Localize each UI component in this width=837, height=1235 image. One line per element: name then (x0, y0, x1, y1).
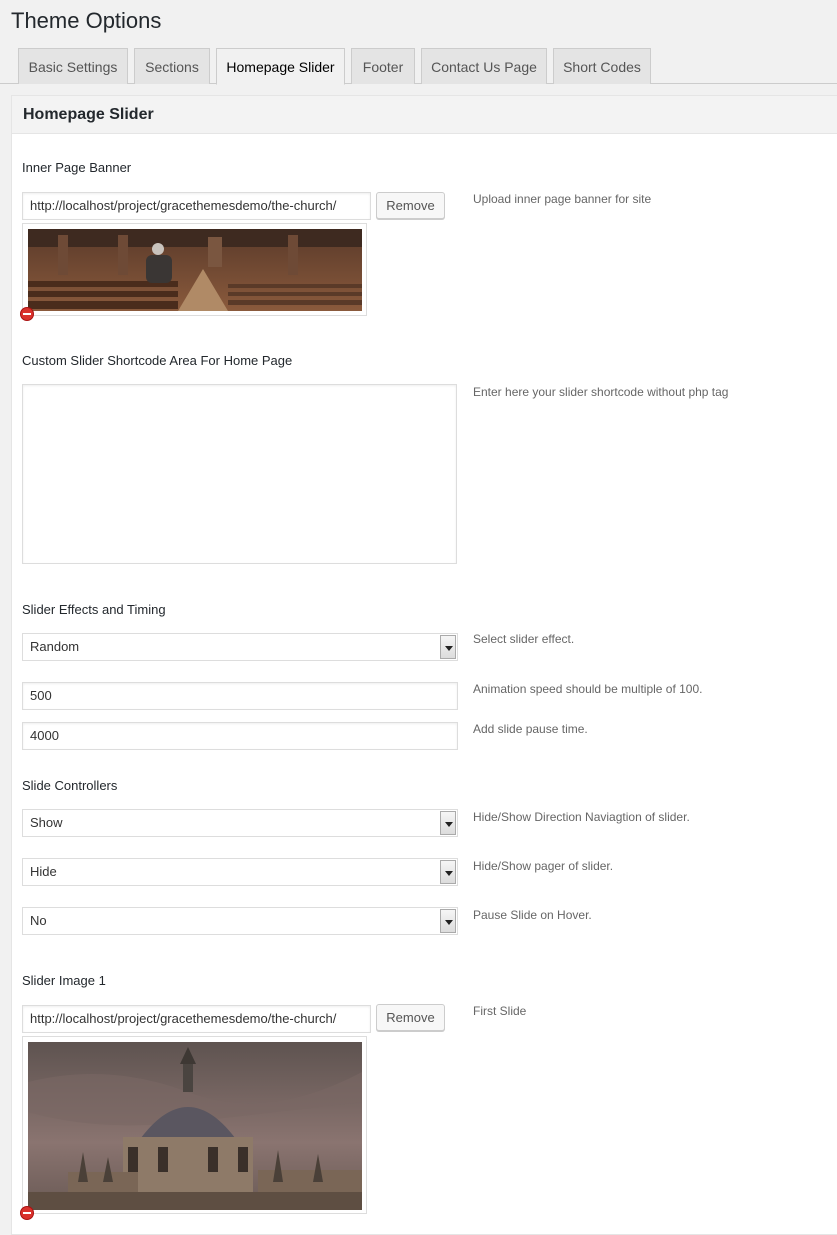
tab-homepage-slider[interactable]: Homepage Slider (216, 48, 345, 85)
church-interior-image (28, 229, 362, 311)
shortcode-description: Enter here your slider shortcode without… (473, 385, 729, 399)
animation-speed-input[interactable]: 500 (22, 682, 458, 710)
slide-controllers-label: Slide Controllers (22, 778, 118, 793)
banner-remove-button[interactable]: Remove (376, 192, 445, 219)
pause-time-description: Add slide pause time. (473, 722, 588, 736)
shortcode-area-label: Custom Slider Shortcode Area For Home Pa… (22, 353, 293, 368)
panel-header: Homepage Slider (12, 96, 837, 134)
slider-effect-value: Random (30, 639, 80, 654)
banner-url-input[interactable]: http://localhost/project/gracethemesdemo… (22, 192, 371, 220)
pager-description: Hide/Show pager of slider. (473, 859, 614, 873)
animation-speed-description: Animation speed should be multiple of 10… (473, 682, 703, 696)
page-title: Theme Options (11, 8, 162, 33)
effects-timing-label: Slider Effects and Timing (22, 602, 166, 617)
slider-effect-description: Select slider effect. (473, 632, 575, 646)
direction-nav-select[interactable]: Show (22, 809, 458, 837)
slider-image-1-label: Slider Image 1 (22, 973, 106, 988)
tab-short-codes[interactable]: Short Codes (553, 48, 651, 84)
slide1-url-input[interactable]: http://localhost/project/gracethemesdemo… (22, 1005, 371, 1033)
tab-bar: Basic Settings Sections Homepage Slider … (0, 48, 837, 85)
direction-nav-description: Hide/Show Direction Naviagtion of slider… (473, 810, 690, 824)
slider-effect-select[interactable]: Random (22, 633, 458, 661)
banner-description: Upload inner page banner for site (473, 192, 652, 206)
panel-title: Homepage Slider (23, 106, 154, 123)
banner-image-preview (22, 223, 367, 316)
direction-nav-value: Show (30, 815, 63, 830)
slide1-image-preview (22, 1036, 367, 1214)
slide1-remove-button[interactable]: Remove (376, 1004, 445, 1031)
pause-hover-value: No (30, 913, 47, 928)
slide1-remove-icon[interactable] (20, 1206, 34, 1220)
tab-contact-us-page[interactable]: Contact Us Page (421, 48, 547, 84)
pause-hover-description: Pause Slide on Hover. (473, 908, 592, 922)
pager-value: Hide (30, 864, 57, 879)
pager-select[interactable]: Hide (22, 858, 458, 886)
slide1-description: First Slide (473, 1004, 527, 1018)
chevron-down-icon[interactable] (440, 909, 456, 933)
shortcode-textarea[interactable] (22, 384, 457, 564)
tab-footer[interactable]: Footer (351, 48, 415, 84)
chevron-down-icon[interactable] (440, 811, 456, 835)
cathedral-dome-image (28, 1042, 362, 1210)
tab-sections[interactable]: Sections (134, 48, 210, 84)
inner-page-banner-label: Inner Page Banner (22, 160, 132, 175)
chevron-down-icon[interactable] (440, 860, 456, 884)
chevron-down-icon[interactable] (440, 635, 456, 659)
tab-basic-settings[interactable]: Basic Settings (18, 48, 128, 84)
pause-hover-select[interactable]: No (22, 907, 458, 935)
pause-time-input[interactable]: 4000 (22, 722, 458, 750)
banner-remove-icon[interactable] (20, 307, 34, 321)
